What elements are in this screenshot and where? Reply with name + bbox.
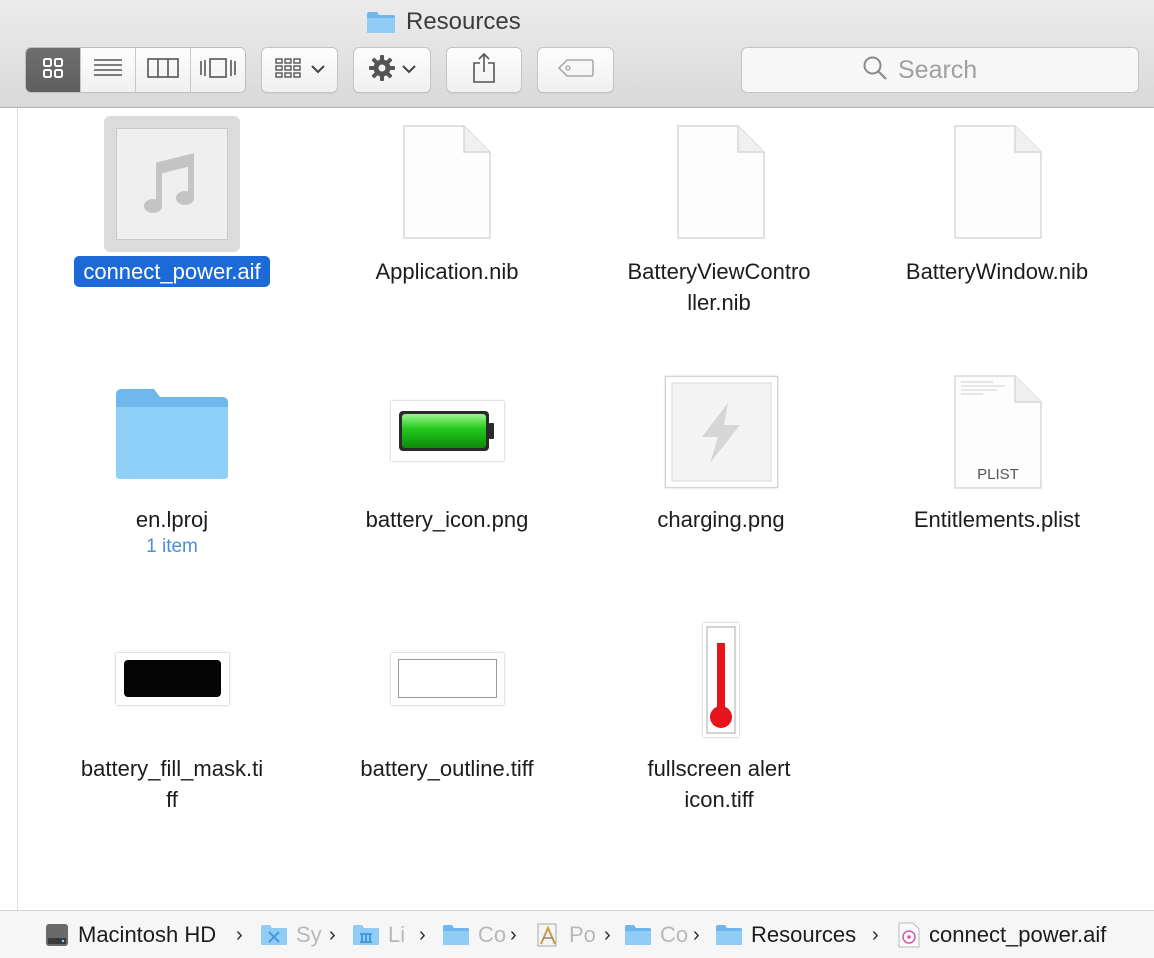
- path-item-label: Po: [569, 922, 596, 947]
- path-bar: Macintosh HD › Sy › Li › Co › Po › Co › …: [0, 910, 1154, 958]
- action-button[interactable]: [353, 47, 431, 93]
- path-separator: ›: [329, 923, 336, 946]
- file-item[interactable]: connect_power.aif: [47, 116, 297, 296]
- thermometer-image-icon: [703, 623, 739, 737]
- file-name: en.lproj: [135, 507, 209, 532]
- file-name: Entitlements.plist: [913, 507, 1081, 532]
- edit-tags-button[interactable]: [537, 47, 614, 93]
- file-name: connect_power.aif: [74, 256, 270, 287]
- view-mode-segmented-control[interactable]: [25, 47, 246, 93]
- path-separator: ›: [419, 923, 426, 946]
- chevron-down-icon: [402, 61, 416, 79]
- system-folder-icon: [260, 924, 288, 946]
- battery-image-icon: [391, 401, 504, 461]
- path-item-macintosh-hd[interactable]: Macintosh HD: [44, 911, 216, 958]
- charging-image-icon: [665, 376, 778, 488]
- library-folder-icon: [352, 924, 380, 946]
- title-bar: Resources: [0, 5, 1154, 39]
- folder-icon: [114, 385, 230, 486]
- audio-file-icon: [116, 128, 228, 240]
- document-icon: [953, 124, 1043, 245]
- file-name-line-2: ller.nib: [687, 290, 751, 315]
- path-item-app[interactable]: Po: [535, 911, 596, 958]
- search-input[interactable]: [898, 55, 1018, 85]
- column-view-button[interactable]: [136, 48, 191, 92]
- cover-flow-view-icon: [199, 57, 237, 83]
- search-field[interactable]: [741, 47, 1139, 93]
- file-item[interactable]: BatteryViewContro ller.nib: [594, 116, 844, 316]
- file-item[interactable]: BatteryWindow.nib: [872, 116, 1122, 296]
- path-separator: ›: [872, 923, 879, 946]
- path-item-label: Macintosh HD: [78, 922, 217, 947]
- path-separator: ›: [604, 923, 611, 946]
- list-view-icon: [93, 58, 123, 83]
- file-item[interactable]: battery_icon.png: [322, 370, 572, 550]
- list-view-button[interactable]: [81, 48, 136, 92]
- file-item[interactable]: battery_outline.tiff: [322, 620, 572, 800]
- black-rectangle-image-icon: [116, 653, 229, 705]
- path-item-label: Co: [478, 922, 507, 947]
- file-item[interactable]: PLIST Entitlements.plist: [872, 370, 1122, 550]
- file-item[interactable]: fullscreen alert icon.tiff: [594, 620, 844, 820]
- path-separator: ›: [510, 923, 517, 946]
- file-name-line-1: BatteryViewContro: [627, 259, 811, 284]
- path-item-library[interactable]: Li: [352, 911, 405, 958]
- file-item[interactable]: charging.png: [596, 370, 846, 550]
- path-item-label: connect_power.aif: [929, 922, 1107, 947]
- path-item-system[interactable]: Sy: [260, 911, 322, 958]
- chevron-down-icon: [310, 61, 325, 79]
- path-separator: ›: [693, 923, 700, 946]
- toolbar: Resources: [0, 0, 1154, 108]
- column-view-icon: [147, 57, 179, 83]
- white-rectangle-image-icon: [391, 653, 504, 705]
- app-icon: [535, 922, 561, 948]
- folder-icon: [366, 10, 396, 34]
- folder-item[interactable]: en.lproj 1 item: [47, 370, 297, 570]
- path-item-label: Co: [660, 922, 689, 947]
- file-name: battery_outline.tiff: [360, 756, 534, 781]
- icon-view-button[interactable]: [26, 48, 81, 92]
- sidebar-divider: [17, 108, 18, 958]
- selection-highlight: [104, 116, 240, 252]
- file-item[interactable]: Application.nib: [322, 116, 572, 296]
- file-name-line-1: fullscreen alert: [647, 756, 791, 781]
- arrange-button[interactable]: [261, 47, 338, 93]
- path-item-folder[interactable]: Co: [624, 911, 688, 958]
- file-item[interactable]: battery_fill_mask.ti ff: [47, 620, 297, 820]
- file-name: battery_icon.png: [365, 507, 529, 532]
- path-item-label: Resources: [751, 922, 857, 947]
- gear-icon: [368, 54, 396, 87]
- file-name: charging.png: [657, 507, 785, 532]
- folder-icon: [624, 924, 652, 946]
- hard-drive-icon: [44, 922, 70, 948]
- item-count: 1 item: [146, 536, 198, 557]
- file-name: Application.nib: [375, 259, 519, 284]
- path-item-label: Li: [388, 922, 406, 947]
- path-item-file[interactable]: connect_power.aif: [897, 911, 1106, 958]
- cover-flow-view-button[interactable]: [191, 48, 245, 92]
- tag-icon: [557, 58, 594, 83]
- file-name: BatteryWindow.nib: [905, 259, 1089, 284]
- share-button[interactable]: [446, 47, 522, 93]
- document-icon: [402, 124, 492, 245]
- folder-icon: [442, 924, 470, 946]
- document-icon: [676, 124, 766, 245]
- folder-icon: [715, 924, 743, 946]
- path-separator: ›: [236, 923, 243, 946]
- share-icon: [472, 52, 496, 89]
- icon-view-icon: [42, 57, 64, 84]
- path-item-folder[interactable]: Co: [442, 911, 506, 958]
- path-item-label: Sy: [296, 922, 322, 947]
- audio-file-icon: [897, 922, 921, 948]
- file-name-line-1: battery_fill_mask.ti: [80, 756, 264, 781]
- path-item-resources[interactable]: Resources: [715, 911, 856, 958]
- file-name-line-2: icon.tiff: [684, 787, 754, 812]
- search-icon: [862, 55, 888, 86]
- plist-badge: PLIST: [977, 466, 1019, 483]
- window-title: Resources: [406, 8, 521, 35]
- arrange-grid-icon: [274, 57, 303, 83]
- file-name-line-2: ff: [166, 787, 178, 812]
